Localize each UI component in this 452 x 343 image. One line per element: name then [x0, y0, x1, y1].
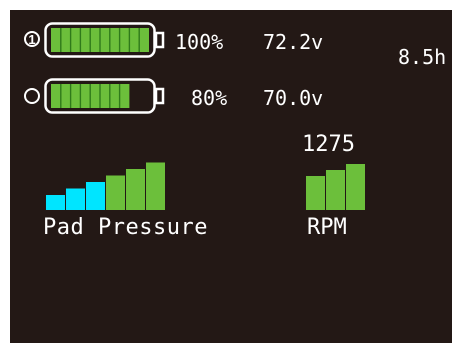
pad-pressure-bar	[146, 162, 165, 210]
battery-1-selector-icon[interactable]: 1	[24, 31, 40, 47]
rpm-bar	[346, 164, 365, 210]
battery-terminal	[154, 31, 165, 49]
battery-2-icon	[44, 78, 165, 114]
pad-pressure-label: Pad Pressure	[43, 215, 208, 240]
pad-pressure-bar	[126, 169, 145, 210]
battery-2-selector-icon[interactable]	[24, 88, 40, 104]
rpm-bars	[306, 164, 365, 210]
rpm-bar	[326, 170, 345, 210]
pad-pressure-bar	[46, 195, 65, 210]
battery-terminal	[154, 87, 165, 105]
status-display: 1 100% 72.2v 8.5h 80% 70.0v 1275 Pad Pre…	[10, 10, 452, 343]
battery-1-selector-number: 1	[28, 32, 36, 47]
battery-1-voltage: 72.2v	[263, 30, 324, 54]
rpm-value: 1275	[302, 132, 355, 157]
pad-pressure-bar	[106, 175, 125, 210]
pad-pressure-bars	[46, 162, 165, 210]
battery-1-percent: 100%	[175, 30, 224, 54]
pad-pressure-bar	[86, 182, 105, 210]
rpm-label: RPM	[307, 215, 347, 240]
battery-2-voltage: 70.0v	[263, 86, 324, 110]
rpm-bar	[306, 176, 325, 210]
runtime-hours: 8.5h	[398, 45, 447, 69]
pad-pressure-bar	[66, 188, 85, 210]
battery-1-icon	[44, 22, 165, 58]
battery-2-percent: 80%	[191, 86, 228, 110]
